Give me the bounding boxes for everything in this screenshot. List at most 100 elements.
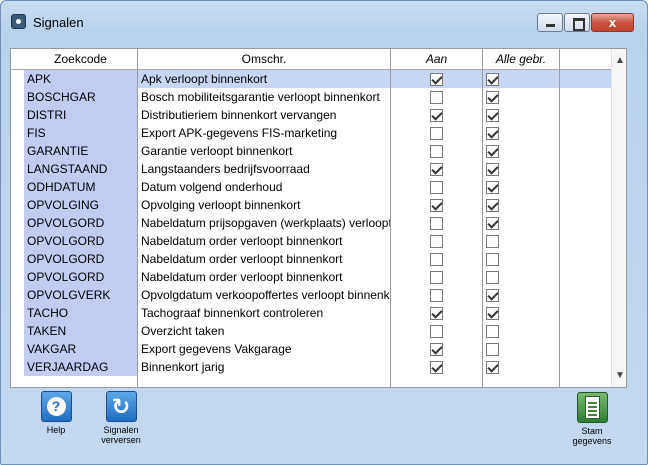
zoekcode-cell[interactable]: OPVOLGORD xyxy=(24,250,137,268)
aan-checkbox[interactable] xyxy=(430,145,443,158)
zoekcode-cell[interactable]: OPVOLGORD xyxy=(24,214,137,232)
vertical-scrollbar[interactable]: ▲ ▼ xyxy=(611,49,626,387)
omschr-cell[interactable]: Opvolging verloopt binnenkort xyxy=(138,196,390,214)
zoekcode-cell[interactable]: OPVOLGVERK xyxy=(24,286,137,304)
aan-checkbox[interactable] xyxy=(430,235,443,248)
omschr-cell[interactable]: Export gegevens Vakgarage xyxy=(138,340,390,358)
zoekcode-cell[interactable]: DISTRI xyxy=(24,106,137,124)
table-row[interactable]: GARANTIE Garantie verloopt binnenkort xyxy=(11,142,611,160)
signalen-verversen-button[interactable]: ↻ Signalen verversen xyxy=(97,391,145,445)
help-button[interactable]: ? Help xyxy=(34,391,78,435)
omschr-cell[interactable]: Nabeldatum order verloopt binnenkort xyxy=(138,232,390,250)
omschr-cell[interactable]: Bosch mobiliteitsgarantie verloopt binne… xyxy=(138,88,390,106)
alle-gebr-checkbox[interactable] xyxy=(486,181,499,194)
aan-checkbox[interactable] xyxy=(430,109,443,122)
omschr-cell[interactable]: Garantie verloopt binnenkort xyxy=(138,142,390,160)
zoekcode-cell[interactable]: VERJAARDAG xyxy=(24,358,137,376)
table-row[interactable]: OPVOLGORD Nabeldatum order verloopt binne… xyxy=(11,268,611,286)
zoekcode-cell[interactable]: APK xyxy=(24,70,137,88)
alle-gebr-checkbox[interactable] xyxy=(486,307,499,320)
aan-checkbox[interactable] xyxy=(430,289,443,302)
omschr-cell[interactable]: Overzicht taken xyxy=(138,322,390,340)
omschr-cell[interactable]: Datum volgend onderhoud xyxy=(138,178,390,196)
aan-checkbox[interactable] xyxy=(430,127,443,140)
zoekcode-cell[interactable]: TACHO xyxy=(24,304,137,322)
alle-gebr-checkbox[interactable] xyxy=(486,199,499,212)
scroll-up-icon[interactable]: ▲ xyxy=(615,56,625,66)
alle-gebr-checkbox[interactable] xyxy=(486,73,499,86)
omschr-cell[interactable]: Nabeldatum prijsopgaven (werkplaats) ver… xyxy=(138,214,390,232)
alle-gebr-checkbox[interactable] xyxy=(486,253,499,266)
aan-checkbox[interactable] xyxy=(430,325,443,338)
table-row[interactable]: VAKGAR Export gegevens Vakgarage xyxy=(11,340,611,358)
alle-gebr-checkbox[interactable] xyxy=(486,343,499,356)
zoekcode-cell[interactable]: OPVOLGORD xyxy=(24,268,137,286)
scroll-down-icon[interactable]: ▼ xyxy=(615,371,625,381)
alle-gebr-checkbox[interactable] xyxy=(486,109,499,122)
omschr-cell[interactable]: Binnenkort jarig xyxy=(138,358,390,376)
table-row[interactable]: BOSCHGAR Bosch mobiliteitsgarantie verloo… xyxy=(11,88,611,106)
omschr-cell[interactable]: Export APK-gegevens FIS-marketing xyxy=(138,124,390,142)
maximize-button[interactable] xyxy=(564,13,590,32)
zoekcode-cell[interactable]: OPVOLGING xyxy=(24,196,137,214)
column-header-aan[interactable]: Aan xyxy=(391,49,482,70)
omschr-cell[interactable]: Nabeldatum order verloopt binnenkort xyxy=(138,250,390,268)
aan-checkbox[interactable] xyxy=(430,343,443,356)
alle-gebr-checkbox[interactable] xyxy=(486,235,499,248)
zoekcode-cell[interactable]: LANGSTAAND xyxy=(24,160,137,178)
alle-gebr-checkbox[interactable] xyxy=(486,325,499,338)
zoekcode-cell[interactable]: BOSCHGAR xyxy=(24,88,137,106)
column-header-zoekcode[interactable]: Zoekcode xyxy=(24,49,137,70)
omschr-cell[interactable]: Langstaanders bedrijfsvoorraad xyxy=(138,160,390,178)
alle-gebr-checkbox[interactable] xyxy=(486,271,499,284)
zoekcode-cell[interactable]: OPVOLGORD xyxy=(24,232,137,250)
table-row[interactable]: DISTRI Distributieriem binnenkort vervang… xyxy=(11,106,611,124)
table-row[interactable]: TACHO Tachograaf binnenkort controleren xyxy=(11,304,611,322)
zoekcode-cell[interactable]: GARANTIE xyxy=(24,142,137,160)
table-row[interactable]: OPVOLGORD Nabeldatum prijsopgaven (werkpl… xyxy=(11,214,611,232)
table-row[interactable]: TAKEN Overzicht taken xyxy=(11,322,611,340)
alle-gebr-checkbox[interactable] xyxy=(486,163,499,176)
aan-checkbox[interactable] xyxy=(430,271,443,284)
alle-gebr-checkbox[interactable] xyxy=(486,91,499,104)
omschr-cell[interactable]: Apk verloopt binnenkort xyxy=(138,70,390,88)
column-header-alle-gebr[interactable]: Alle gebr. xyxy=(483,49,559,70)
stam-gegevens-button[interactable]: Stam gegevens xyxy=(567,392,617,446)
zoekcode-cell[interactable]: FIS xyxy=(24,124,137,142)
aan-checkbox[interactable] xyxy=(430,181,443,194)
alle-gebr-checkbox[interactable] xyxy=(486,217,499,230)
minimize-button[interactable] xyxy=(537,13,563,32)
alle-gebr-checkbox[interactable] xyxy=(486,127,499,140)
omschr-cell[interactable]: Nabeldatum order verloopt binnenkort xyxy=(138,268,390,286)
table-row[interactable]: OPVOLGORD Nabeldatum order verloopt binne… xyxy=(11,250,611,268)
zoekcode-cell[interactable]: TAKEN xyxy=(24,322,137,340)
aan-checkbox[interactable] xyxy=(430,217,443,230)
zoekcode-cell[interactable]: VAKGAR xyxy=(24,340,137,358)
aan-checkbox[interactable] xyxy=(430,163,443,176)
alle-gebr-checkbox[interactable] xyxy=(486,289,499,302)
alle-gebr-checkbox[interactable] xyxy=(486,361,499,374)
aan-checkbox[interactable] xyxy=(430,253,443,266)
alle-gebr-checkbox[interactable] xyxy=(486,145,499,158)
aan-checkbox[interactable] xyxy=(430,73,443,86)
zoekcode-cell[interactable]: ODHDATUM xyxy=(24,178,137,196)
omschr-cell[interactable]: Tachograaf binnenkort controleren xyxy=(138,304,390,322)
close-button[interactable]: x xyxy=(591,13,634,32)
table-row[interactable]: APK Apk verloopt binnenkort xyxy=(11,70,611,88)
aan-checkbox[interactable] xyxy=(430,361,443,374)
aan-checkbox[interactable] xyxy=(430,199,443,212)
aan-checkbox[interactable] xyxy=(430,91,443,104)
aan-checkbox[interactable] xyxy=(430,307,443,320)
table-row[interactable]: OPVOLGORD Nabeldatum order verloopt binne… xyxy=(11,232,611,250)
empty-cell xyxy=(560,214,611,232)
table-row[interactable]: OPVOLGING Opvolging verloopt binnenkort xyxy=(11,196,611,214)
table-row[interactable]: ODHDATUM Datum volgend onderhoud xyxy=(11,178,611,196)
omschr-cell[interactable]: Opvolgdatum verkoopoffertes verloopt bin… xyxy=(138,286,390,304)
table-row[interactable]: FIS Export APK-gegevens FIS-marketing xyxy=(11,124,611,142)
table-row[interactable]: VERJAARDAG Binnenkort jarig xyxy=(11,358,611,376)
omschr-cell[interactable]: Distributieriem binnenkort vervangen xyxy=(138,106,390,124)
table-row[interactable]: LANGSTAAND Langstaanders bedrijfsvoorraad xyxy=(11,160,611,178)
table-row[interactable]: OPVOLGVERK Opvolgdatum verkoopoffertes ve… xyxy=(11,286,611,304)
column-header-omschr[interactable]: Omschr. xyxy=(138,49,390,70)
title-bar[interactable]: Signalen x xyxy=(1,1,647,37)
